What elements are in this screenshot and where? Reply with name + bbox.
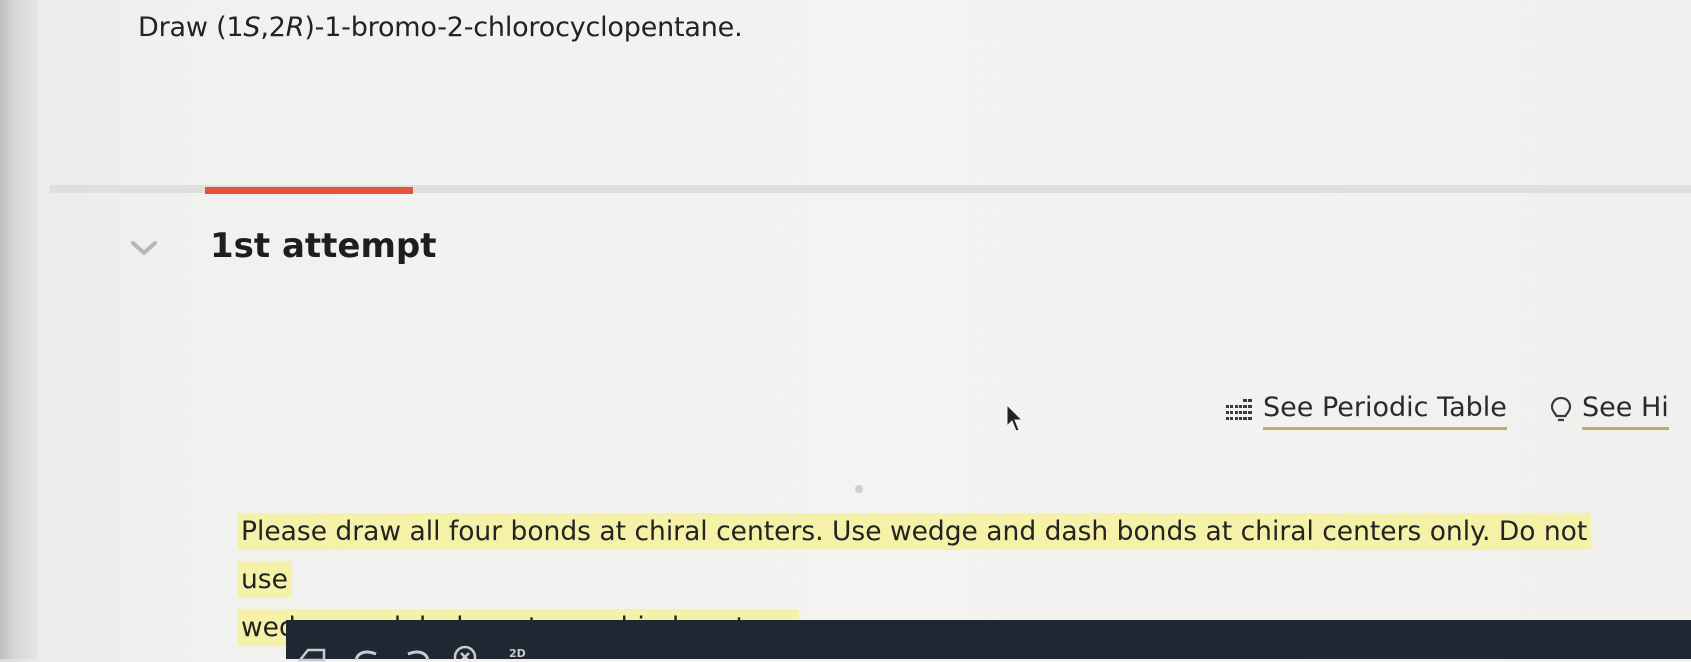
mouse-pointer-icon bbox=[1006, 404, 1024, 432]
stereo-descriptor-r: R bbox=[285, 12, 305, 43]
2d-view-label: 2D bbox=[509, 647, 526, 660]
2d-view-icon[interactable]: 2D bbox=[509, 647, 526, 660]
question-suffix: )-1-bromo-2-chlorocyclopentane. bbox=[304, 12, 743, 43]
editor-toolbar: 2D bbox=[286, 620, 1691, 662]
see-hints-label: See Hi bbox=[1582, 392, 1669, 430]
chevron-down-icon[interactable] bbox=[130, 238, 158, 258]
see-periodic-table-label: See Periodic Table bbox=[1263, 392, 1507, 430]
question-prompt: Draw (1S,2R)-1-bromo-2-chlorocyclopentan… bbox=[138, 8, 743, 48]
attempt-title: 1st attempt bbox=[210, 226, 437, 266]
periodic-table-icon bbox=[1226, 399, 1252, 420]
question-mid: ,2 bbox=[260, 12, 286, 43]
section-divider bbox=[50, 185, 1691, 194]
stereo-descriptor-s: S bbox=[243, 12, 261, 43]
screen-bezel bbox=[0, 0, 38, 659]
clear-icon[interactable] bbox=[452, 644, 478, 659]
dust-speck bbox=[855, 485, 863, 493]
attempt-accent-bar bbox=[205, 187, 413, 194]
question-prefix: Draw (1 bbox=[138, 12, 244, 43]
instruction-line-1: Please draw all four bonds at chiral cen… bbox=[237, 513, 1592, 598]
redo-icon[interactable] bbox=[402, 648, 432, 662]
eraser-icon[interactable] bbox=[298, 648, 328, 662]
see-hints-link[interactable]: See Hi bbox=[1550, 388, 1669, 434]
lightbulb-icon bbox=[1550, 396, 1572, 422]
undo-icon[interactable] bbox=[352, 648, 382, 662]
see-periodic-table-link[interactable]: See Periodic Table bbox=[1225, 388, 1507, 434]
